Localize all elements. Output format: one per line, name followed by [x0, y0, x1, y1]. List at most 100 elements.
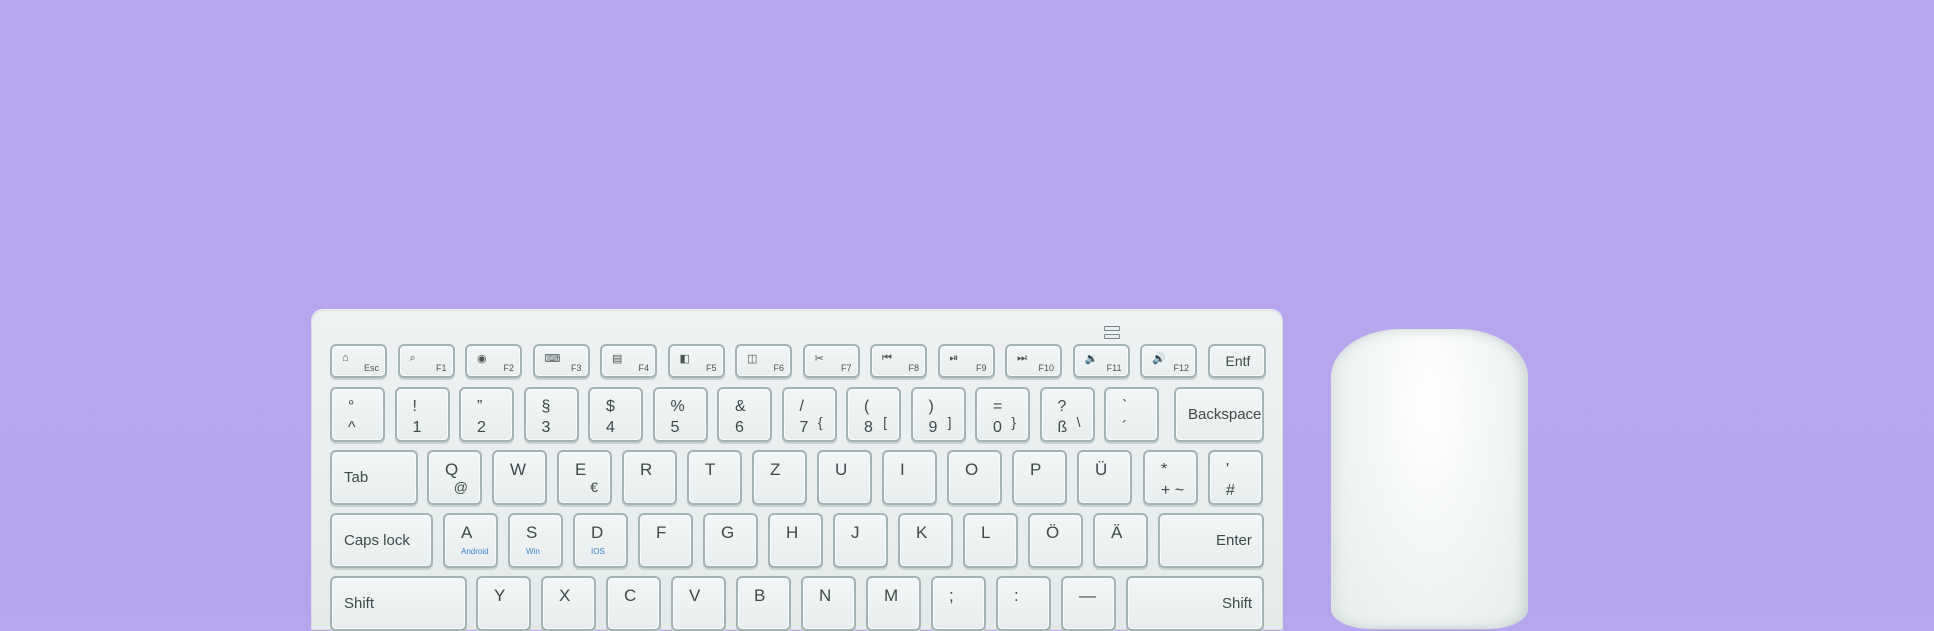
- key-label: S: [526, 523, 538, 542]
- key-label: ß: [1057, 419, 1068, 436]
- key-label: J: [851, 523, 860, 542]
- key-u[interactable]: U: [817, 450, 872, 505]
- key-f12[interactable]: 🔊 F12: [1140, 344, 1197, 378]
- key-label: 1: [412, 419, 422, 436]
- key-f4[interactable]: ▤ F4: [600, 344, 657, 378]
- key-number-8[interactable]: (8 [: [846, 387, 901, 442]
- key-0[interactable]: Y: [476, 576, 531, 631]
- key-label: /: [799, 398, 804, 415]
- enter-key[interactable]: Enter: [1158, 513, 1264, 568]
- key-3[interactable]: V: [671, 576, 726, 631]
- key-label: M: [884, 586, 899, 605]
- key-label: Tab: [344, 468, 369, 486]
- fn-key-label: F11: [1106, 363, 1122, 373]
- key-number-10[interactable]: = 0}: [975, 387, 1030, 442]
- key-label: Shift: [1222, 594, 1253, 612]
- key-label: Ü: [1095, 460, 1108, 479]
- key-hash[interactable]: ' #: [1208, 450, 1263, 505]
- key-label: ;: [949, 586, 954, 605]
- key-label: N: [819, 586, 832, 605]
- key-label: Backspace: [1188, 405, 1262, 423]
- key-ü[interactable]: Ü: [1077, 450, 1132, 505]
- key-4[interactable]: B: [736, 576, 791, 631]
- key-r[interactable]: R: [622, 450, 677, 505]
- fn-key-icon: ◫: [747, 353, 758, 365]
- key-label: T: [705, 460, 716, 479]
- key-p[interactable]: P: [1012, 450, 1067, 505]
- backspace-key[interactable]: Backspace: [1174, 387, 1264, 442]
- key-label: —: [1079, 586, 1096, 605]
- key-z[interactable]: Z: [752, 450, 807, 505]
- key-label: W: [510, 460, 527, 479]
- key-o[interactable]: O: [947, 450, 1002, 505]
- key-f2[interactable]: ◉ F2: [465, 344, 522, 378]
- key-f11[interactable]: 🔉 F11: [1072, 344, 1130, 378]
- key-label: H: [786, 523, 799, 542]
- key-f[interactable]: F: [638, 513, 693, 568]
- tab-key[interactable]: Tab: [330, 450, 418, 505]
- key-label: =: [993, 398, 1003, 415]
- key-f8[interactable]: ⏮ F8: [870, 344, 927, 378]
- key-i[interactable]: I: [882, 450, 937, 505]
- key-number-9[interactable]: ) 9]: [910, 387, 966, 442]
- fn-key-label: F9: [975, 363, 987, 373]
- key-f10[interactable]: ⏭ F10: [1005, 344, 1062, 378]
- key-number-5[interactable]: % 5: [652, 387, 708, 442]
- key-f1[interactable]: ⌕ F1: [397, 344, 455, 378]
- key-number-12[interactable]: ` ´: [1104, 387, 1159, 442]
- os-label: Win: [526, 547, 540, 556]
- key-6[interactable]: M: [866, 576, 921, 631]
- key-l[interactable]: L: [963, 513, 1018, 568]
- key-label: %: [670, 398, 685, 415]
- shift-right-key[interactable]: Shift: [1126, 576, 1264, 631]
- key-label: L: [981, 523, 991, 542]
- key-number-0[interactable]: ° ^: [330, 387, 385, 442]
- key-label: {: [817, 414, 823, 430]
- key-e[interactable]: E €: [557, 450, 612, 505]
- key-d[interactable]: D IOS: [573, 513, 628, 568]
- key-label: &: [735, 398, 746, 415]
- caps-lock-key[interactable]: Caps lock: [330, 513, 433, 568]
- key-label: 0: [993, 419, 1002, 436]
- key-plus[interactable]: * + ~: [1143, 450, 1198, 505]
- key-1[interactable]: X: [541, 576, 596, 631]
- key-esc[interactable]: ⌂ Esc: [330, 344, 387, 378]
- key-number-11[interactable]: ? ß \: [1039, 387, 1095, 442]
- key-f6[interactable]: ◫ F6: [735, 344, 792, 378]
- key-number-2[interactable]: ” 2: [459, 387, 514, 442]
- key-f9[interactable]: ⏯ F9: [937, 344, 995, 378]
- key-a[interactable]: A Android: [443, 513, 498, 568]
- key-7[interactable]: ;: [931, 576, 986, 631]
- key-label: :: [1014, 586, 1019, 605]
- key-number-6[interactable]: & 6: [717, 387, 772, 442]
- key-label: ?: [1057, 398, 1067, 415]
- key-number-4[interactable]: $4: [588, 387, 643, 442]
- key-5[interactable]: N: [801, 576, 856, 631]
- fn-key-label: F4: [638, 363, 649, 373]
- key-f7[interactable]: ✂ F7: [802, 344, 860, 378]
- key-number-3[interactable]: § 3: [523, 387, 579, 442]
- key-w[interactable]: W: [492, 450, 547, 505]
- key-ä[interactable]: Ä: [1093, 513, 1148, 568]
- key-2[interactable]: C: [606, 576, 661, 631]
- key-number-1[interactable]: ! 1: [394, 387, 450, 442]
- key-f3[interactable]: ⌨ F3: [532, 344, 590, 378]
- key-h[interactable]: H: [768, 513, 823, 568]
- key-label: Ö: [1046, 523, 1060, 542]
- key-g[interactable]: G: [703, 513, 758, 568]
- key-s[interactable]: S Win: [508, 513, 563, 568]
- caps-indicator-icon: [1104, 326, 1120, 340]
- key-8[interactable]: :: [996, 576, 1051, 631]
- key-ö[interactable]: Ö: [1028, 513, 1083, 568]
- key-t[interactable]: T: [687, 450, 742, 505]
- key-label: 2: [477, 419, 486, 436]
- key-9[interactable]: —: [1061, 576, 1116, 631]
- key-j[interactable]: J: [833, 513, 888, 568]
- key-number-7[interactable]: / 7 {: [781, 387, 837, 442]
- key-label: Shift: [344, 594, 375, 612]
- key-f5[interactable]: ◧ F5: [667, 344, 725, 378]
- shift-left-key[interactable]: Shift: [330, 576, 467, 631]
- key-entf[interactable]: Entf: [1207, 344, 1266, 378]
- key-k[interactable]: K: [898, 513, 953, 568]
- key-q[interactable]: Q @: [427, 450, 482, 505]
